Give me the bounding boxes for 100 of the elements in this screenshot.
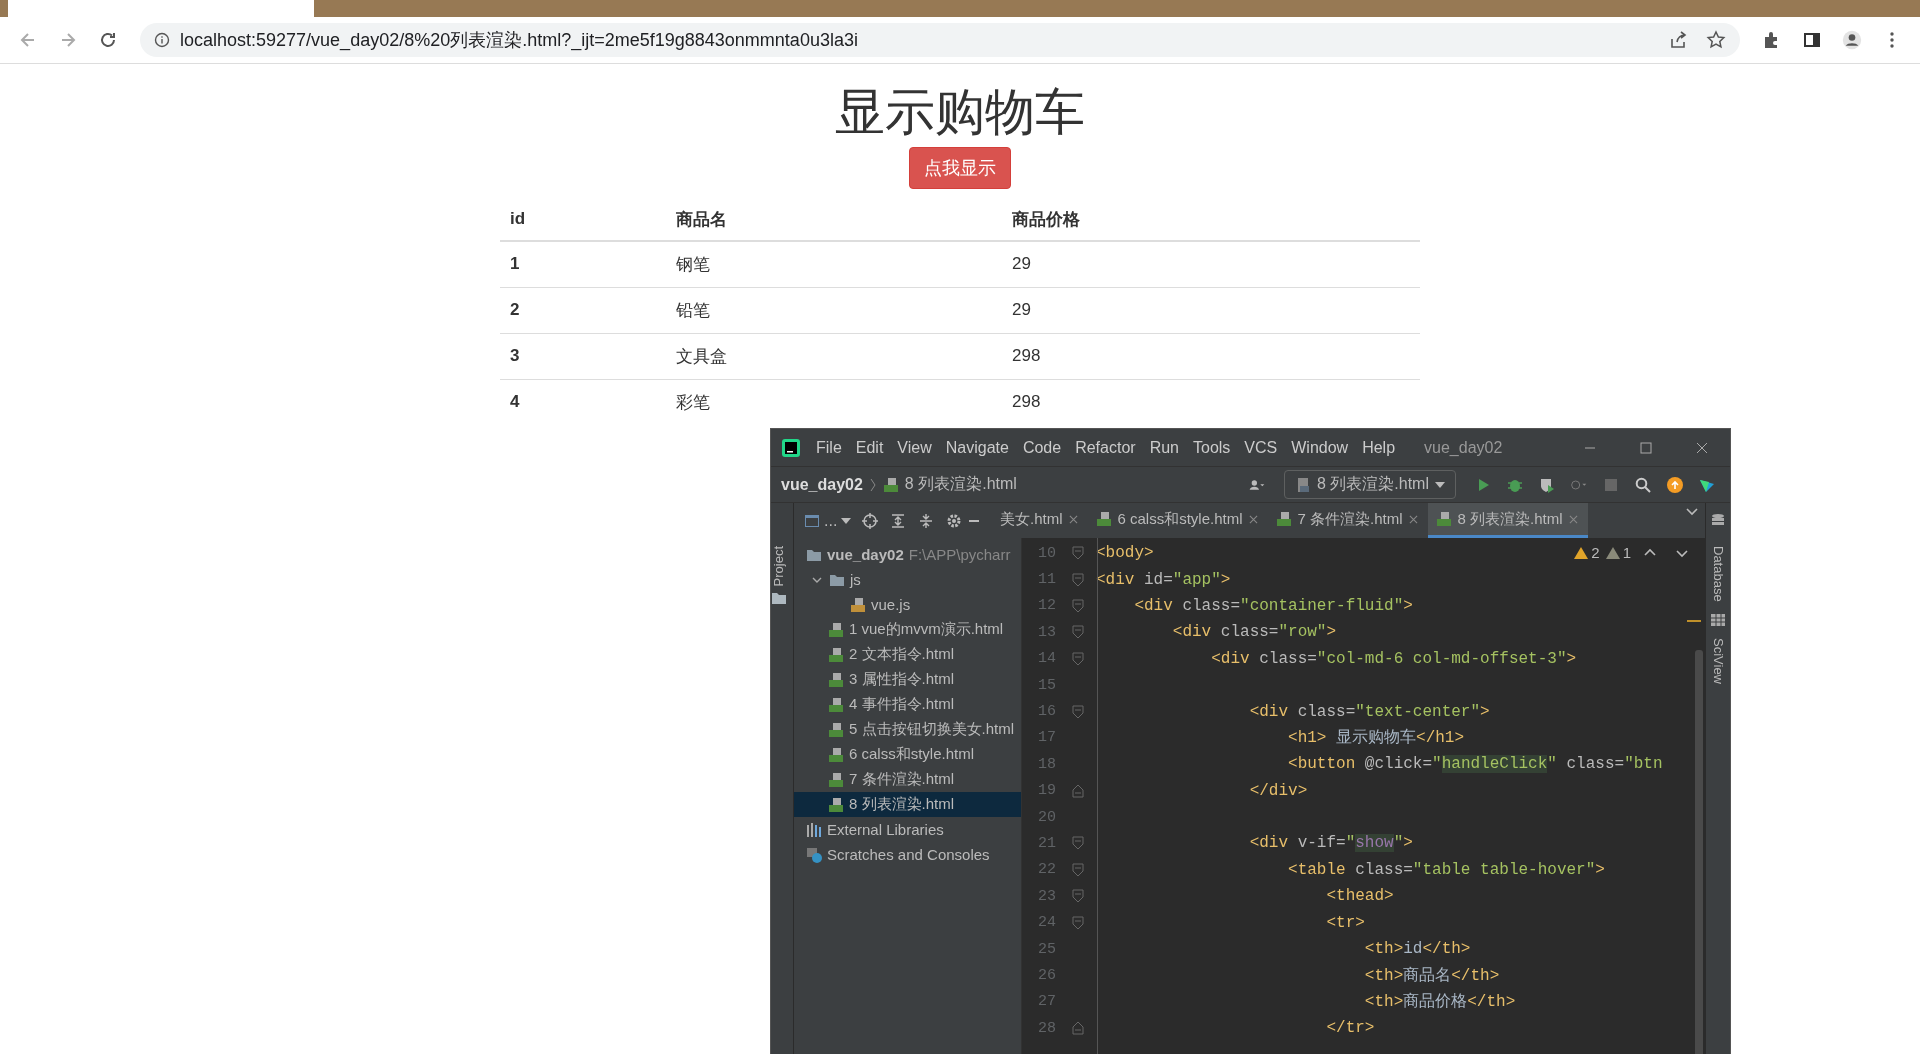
warning-marker[interactable]: [1687, 620, 1701, 622]
tree-item[interactable]: vue_day02 F:\APP\pycharr: [794, 542, 1021, 567]
fold-icon[interactable]: [1072, 783, 1084, 798]
menu-item[interactable]: Refactor: [1068, 438, 1143, 457]
fold-icon[interactable]: [1072, 572, 1084, 587]
warning-count[interactable]: 2: [1574, 544, 1600, 561]
html-file-icon: [1275, 511, 1292, 527]
close-tab-icon[interactable]: [1068, 514, 1078, 524]
code-line: <thead>: [1325, 887, 1394, 906]
weak-warning-count[interactable]: 1: [1605, 544, 1631, 561]
sciview-tab[interactable]: SciView: [1710, 637, 1726, 684]
code-line: <th>商品名</th>: [1363, 965, 1500, 986]
line-number: 24: [1037, 914, 1056, 932]
run-config-dropdown[interactable]: 8 列表渲染.html: [1284, 470, 1456, 499]
show-button[interactable]: 点我显示: [909, 146, 1011, 189]
code-line: <tr>: [1325, 913, 1365, 932]
line-number: 28: [1037, 1019, 1056, 1037]
table-cell: 29: [1002, 240, 1420, 287]
tree-item[interactable]: 6 calss和style.html: [794, 742, 1021, 767]
editor-tab[interactable]: 8 列表渲染.html: [1427, 503, 1588, 538]
menu-item[interactable]: Edit: [848, 438, 891, 457]
html-file-icon: [1295, 476, 1311, 493]
table-cell: 4: [500, 379, 666, 425]
breadcrumb-file[interactable]: 8 列表渲染.html: [904, 474, 1017, 495]
line-number: 19: [1037, 782, 1056, 800]
html-file-icon: [828, 771, 844, 788]
view-selector[interactable]: ...: [804, 511, 852, 530]
library-icon: [806, 821, 822, 838]
fold-icon[interactable]: [1072, 1021, 1084, 1036]
database-tab[interactable]: Database: [1710, 546, 1726, 602]
window-icon: [804, 512, 820, 529]
code-line: <table class="table table-hover">: [1287, 860, 1605, 879]
tree-item[interactable]: vue.js: [794, 592, 1021, 617]
fold-icon[interactable]: [1072, 546, 1084, 561]
code-line: <div id="app">: [1096, 570, 1231, 589]
column-header: 商品名: [666, 198, 1002, 241]
html-file-icon: [828, 646, 844, 663]
table-cell: 1: [500, 240, 666, 287]
grid-icon: [1710, 611, 1726, 628]
menu-item[interactable]: Run: [1142, 438, 1186, 457]
table-cell: 29: [1002, 287, 1420, 333]
fold-icon[interactable]: [1072, 625, 1084, 640]
line-number: 11: [1037, 571, 1056, 589]
fold-icon[interactable]: [1072, 862, 1084, 877]
line-number: 12: [1037, 597, 1056, 615]
address-bar[interactable]: localhost:59277/vue_day02/8%20列表渲染.html?_ijt=2me5f19g8843onmmnta0u3la3i: [140, 23, 1740, 57]
menu-item[interactable]: Tools: [1186, 438, 1238, 457]
caret-icon: [841, 517, 852, 524]
table-cell: 铅笔: [666, 287, 1002, 333]
table-cell: 298: [1002, 379, 1420, 425]
tree-item[interactable]: Scratches and Consoles: [794, 842, 1021, 867]
tree-item[interactable]: js: [794, 567, 1021, 592]
fold-icon[interactable]: [1072, 704, 1084, 719]
tree-item[interactable]: 4 事件指令.html: [794, 692, 1021, 717]
fold-icon[interactable]: [1072, 836, 1084, 851]
html-file-icon: [828, 721, 844, 738]
line-number: 21: [1037, 835, 1056, 852]
tree-item[interactable]: 2 文本指令.html: [794, 642, 1021, 667]
line-number: 25: [1037, 940, 1056, 958]
menu-item[interactable]: Navigate: [938, 438, 1016, 457]
html-file-icon: [882, 476, 899, 493]
html-file-icon: [828, 621, 844, 638]
line-number: 27: [1037, 993, 1056, 1011]
code-line: <div class="col-md-6 col-md-offset-3">: [1210, 649, 1577, 668]
fold-icon[interactable]: [1072, 889, 1084, 904]
tree-item[interactable]: 1 vue的mvvm演示.html: [794, 617, 1021, 642]
folder-icon: [771, 590, 787, 607]
tree-item[interactable]: 3 属性指令.html: [794, 667, 1021, 692]
menu-item[interactable]: File: [809, 438, 849, 457]
window-title: vue_day02: [1424, 438, 1503, 457]
tree-item[interactable]: External Libraries: [794, 817, 1021, 842]
table-cell: 彩笔: [666, 379, 1002, 425]
code-line: </tr>: [1325, 1019, 1375, 1038]
chevron-icon: [868, 476, 877, 493]
tree-item[interactable]: 8 列表渲染.html: [794, 792, 1021, 817]
editor-tab[interactable]: 6 calss和style.html: [1087, 503, 1268, 538]
close-tab-icon[interactable]: [1248, 514, 1258, 524]
fold-icon[interactable]: [1072, 915, 1084, 930]
fold-icon[interactable]: [1072, 651, 1084, 666]
close-tab-icon[interactable]: [1408, 514, 1418, 524]
menu-item[interactable]: VCS: [1237, 438, 1285, 457]
editor-tab[interactable]: 7 条件渲染.html: [1267, 503, 1428, 538]
close-tab-icon[interactable]: [1568, 514, 1578, 524]
html-file-icon: [828, 696, 844, 713]
info-icon[interactable]: [154, 32, 170, 48]
menu-item[interactable]: View: [890, 438, 939, 457]
tree-item[interactable]: 7 条件渲染.html: [794, 767, 1021, 792]
js-file-icon: [850, 596, 866, 613]
breadcrumb-project[interactable]: vue_day02: [781, 475, 863, 494]
menu-item[interactable]: Code: [1015, 438, 1069, 457]
menu-item[interactable]: Help: [1355, 438, 1403, 457]
scrollbar[interactable]: [1695, 650, 1703, 1054]
fold-icon[interactable]: [1072, 598, 1084, 613]
editor-tab[interactable]: 美女.html: [992, 503, 1088, 538]
code-line: <th>id</th>: [1363, 940, 1471, 959]
menu-item[interactable]: Window: [1284, 438, 1356, 457]
line-number: 18: [1037, 755, 1056, 773]
tree-item[interactable]: 5 点击按钮切换美女.html: [794, 717, 1021, 742]
code-line: <button @click="handleClick" class="btn: [1287, 755, 1663, 774]
project-tab[interactable]: Project: [771, 546, 786, 587]
